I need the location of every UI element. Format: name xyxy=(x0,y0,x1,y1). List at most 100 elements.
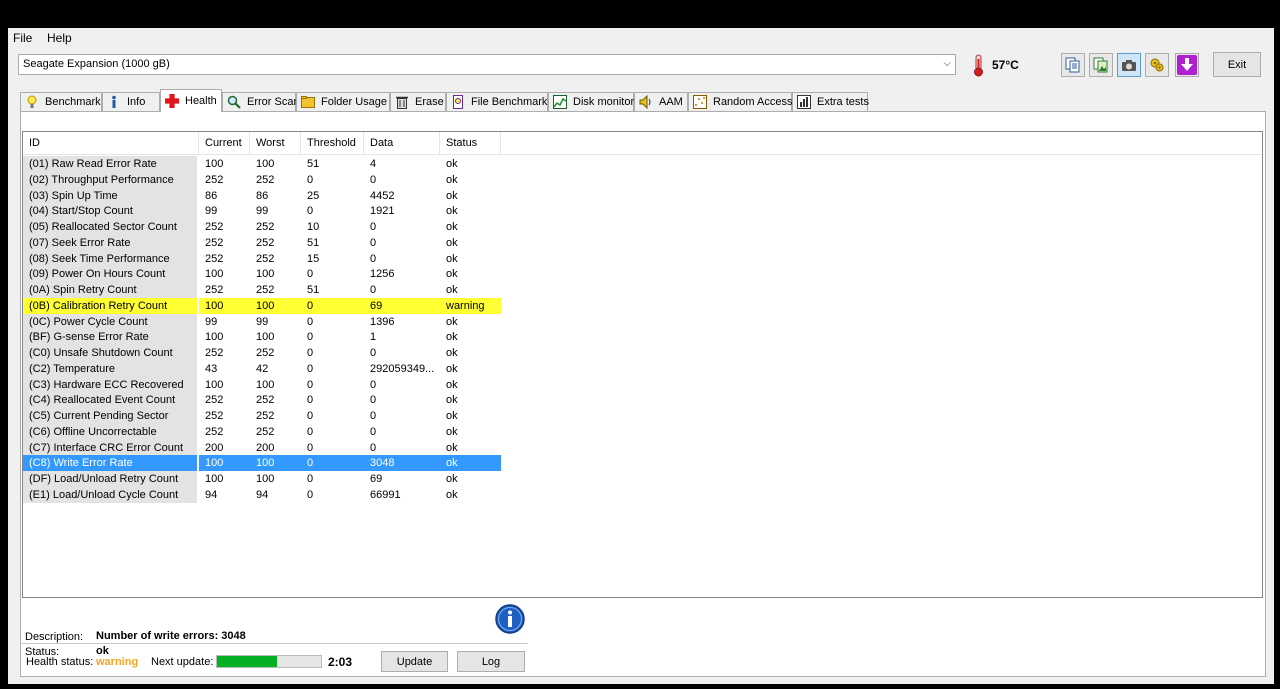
table-row[interactable]: (E1) Load/Unload Cycle Count 94 94 0 66991 ok xyxy=(23,486,503,503)
cell-current: 100 xyxy=(205,268,224,281)
cell-current: 43 xyxy=(205,362,218,375)
cell-worst: 100 xyxy=(256,378,275,391)
drive-select[interactable]: Seagate Expansion (1000 gB) ⌵ xyxy=(18,54,956,75)
table-row[interactable]: (09) Power On Hours Count 100 100 0 1256 ok xyxy=(23,266,503,283)
cell-data: 1396 xyxy=(370,315,395,328)
tab-extra-tests[interactable]: Extra tests xyxy=(792,92,869,111)
cell-worst: 42 xyxy=(256,362,269,375)
cell-worst: 252 xyxy=(256,394,275,407)
screenshot-button[interactable] xyxy=(1117,53,1141,77)
cell-threshold: 0 xyxy=(307,347,314,359)
cell-worst: 100 xyxy=(256,268,275,281)
tab-error-scan[interactable]: Error Scan xyxy=(222,92,300,111)
menu-file[interactable]: File xyxy=(13,31,32,45)
exit-button[interactable]: Exit xyxy=(1213,52,1261,77)
cell-data: 0 xyxy=(370,221,377,233)
disk-monitor-icon xyxy=(553,95,567,109)
column-header-threshold[interactable]: Threshold xyxy=(301,132,364,154)
update-button[interactable]: Update xyxy=(381,651,448,672)
cell-data: 0 xyxy=(370,347,377,359)
tab-erase[interactable]: Erase xyxy=(390,92,446,111)
table-row[interactable]: (02) Throughput Performance 252 252 0 0 ok xyxy=(23,171,503,188)
tab-disk-monitor[interactable]: Disk monitor xyxy=(548,92,634,111)
save-button[interactable] xyxy=(1175,53,1199,77)
table-row[interactable]: (C4) Reallocated Event Count 252 252 0 0 ok xyxy=(23,392,503,409)
cell-id: (0A) Spin Retry Count xyxy=(23,282,197,298)
cell-worst: 252 xyxy=(256,410,275,422)
tab-label: Benchmark xyxy=(45,96,101,108)
cell-id: (C8) Write Error Rate xyxy=(23,455,197,472)
cell-data: 292059349... xyxy=(370,362,435,375)
table-row[interactable]: (03) Spin Up Time 86 86 25 4452 ok xyxy=(23,187,503,204)
table-row[interactable]: (0A) Spin Retry Count 252 252 51 0 ok xyxy=(23,282,503,298)
tab-health[interactable]: Health xyxy=(160,89,222,112)
menu-help[interactable]: Help xyxy=(47,31,72,45)
options-button[interactable] xyxy=(1145,53,1169,77)
cell-id: (E1) Load/Unload Cycle Count xyxy=(23,486,197,503)
next-update-progress xyxy=(216,655,322,668)
table-row[interactable]: (C8) Write Error Rate 100 100 0 3048 ok xyxy=(23,455,503,472)
cell-id: (09) Power On Hours Count xyxy=(23,266,197,283)
table-row[interactable]: (07) Seek Error Rate 252 252 51 0 ok xyxy=(23,234,503,251)
table-row[interactable]: (C0) Unsafe Shutdown Count 252 252 0 0 ok xyxy=(23,345,503,361)
column-header-worst[interactable]: Worst xyxy=(250,132,301,154)
countdown-timer: 2:03 xyxy=(328,655,353,669)
cell-data: 0 xyxy=(370,252,377,265)
tab-benchmark[interactable]: Benchmark xyxy=(20,92,102,111)
cell-worst: 94 xyxy=(256,488,269,501)
random-access-icon xyxy=(693,95,707,109)
cell-current: 200 xyxy=(205,441,224,454)
cell-status: warning xyxy=(440,297,501,314)
table-row[interactable]: (C7) Interface CRC Error Count 200 200 0 0 ok xyxy=(23,439,503,456)
cell-data: 66991 xyxy=(370,488,401,501)
cell-threshold: 0 xyxy=(307,378,314,391)
table-row[interactable]: (C3) Hardware ECC Recovered 100 100 0 0 ok xyxy=(23,376,503,393)
tab-random-access[interactable]: Random Access xyxy=(688,92,792,111)
cell-threshold: 0 xyxy=(307,394,314,407)
cell-worst: 252 xyxy=(256,252,275,265)
temperature-value: 57°C xyxy=(992,58,1019,72)
chevron-down-icon[interactable]: ⌵ xyxy=(943,58,951,69)
copy-image-button[interactable] xyxy=(1089,53,1113,77)
cell-current: 99 xyxy=(205,205,218,218)
cell-status: ok xyxy=(446,410,458,422)
table-row[interactable]: (DF) Load/Unload Retry Count 100 100 0 69 ok xyxy=(23,471,503,487)
progress-fill xyxy=(217,656,278,667)
log-button[interactable]: Log xyxy=(457,651,525,672)
tab-aam[interactable]: AAM xyxy=(634,92,688,111)
table-row[interactable]: (05) Reallocated Sector Count 252 252 10 0 ok xyxy=(23,219,503,235)
copy-text-button[interactable] xyxy=(1061,53,1085,77)
column-header-status[interactable]: Status xyxy=(440,132,501,154)
table-row[interactable]: (C6) Offline Uncorrectable 252 252 0 0 ok xyxy=(23,423,503,440)
description-label: Description: xyxy=(25,631,84,643)
cell-threshold: 0 xyxy=(307,441,314,454)
cell-worst: 252 xyxy=(256,236,275,249)
cell-threshold: 51 xyxy=(307,158,320,170)
cell-id: (C5) Current Pending Sector xyxy=(23,408,197,424)
cell-worst: 252 xyxy=(256,284,275,296)
tab-label: Random Access xyxy=(713,96,793,108)
cell-id: (08) Seek Time Performance xyxy=(23,250,197,267)
cell-data: 0 xyxy=(370,236,377,249)
column-header-data[interactable]: Data xyxy=(364,132,440,154)
column-header-current[interactable]: Current xyxy=(199,132,250,154)
column-header-id[interactable]: ID xyxy=(23,132,199,154)
tab-folder-usage[interactable]: Folder Usage xyxy=(296,92,390,111)
cell-current: 100 xyxy=(199,297,250,314)
table-row[interactable]: (0B) Calibration Retry Count 100 100 0 69 war… xyxy=(23,297,503,314)
table-row[interactable]: (01) Raw Read Error Rate 100 100 51 4 ok xyxy=(23,156,503,172)
table-row[interactable]: (BF) G-sense Error Rate 100 100 0 1 ok xyxy=(23,329,503,346)
smart-attributes-list[interactable]: ID Current Worst Threshold Data Status (… xyxy=(22,131,1263,598)
table-row[interactable]: (C5) Current Pending Sector 252 252 0 0 ok xyxy=(23,408,503,424)
tab-info[interactable]: Info xyxy=(102,92,160,111)
table-row[interactable]: (04) Start/Stop Count 99 99 0 1921 ok xyxy=(23,203,503,220)
table-row[interactable]: (C2) Temperature 43 42 0 292059349... ok xyxy=(23,360,503,377)
screenshot-icon xyxy=(1122,60,1136,71)
table-row[interactable]: (0C) Power Cycle Count 99 99 0 1396 ok xyxy=(23,313,503,330)
cell-threshold: 0 xyxy=(301,455,364,472)
table-row[interactable]: (08) Seek Time Performance 252 252 15 0 ok xyxy=(23,250,503,267)
cell-status: ok xyxy=(446,158,458,170)
trash-icon xyxy=(395,95,409,109)
cell-data: 4 xyxy=(370,158,377,170)
tab-file-benchmark[interactable]: File Benchmark xyxy=(446,92,548,111)
